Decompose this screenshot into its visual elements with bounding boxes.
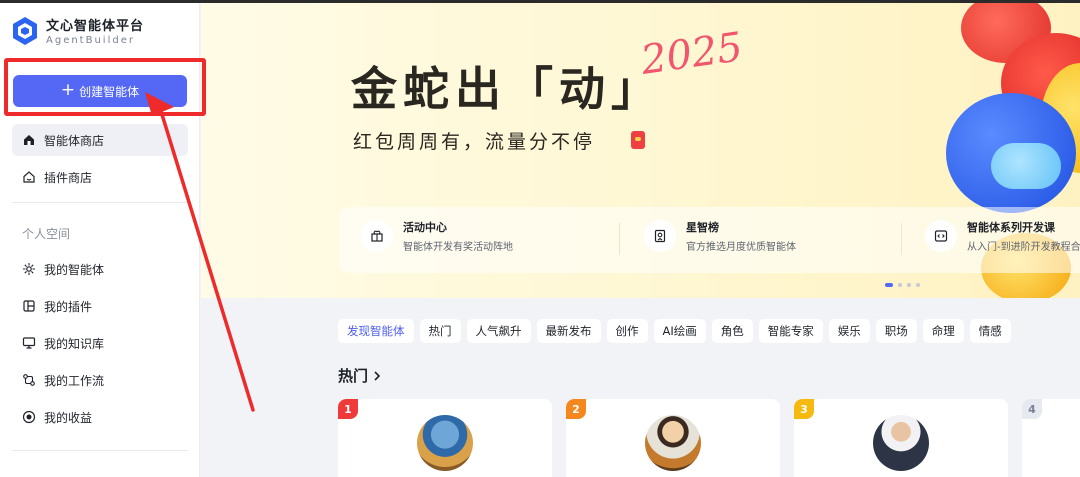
rank-badge: 2: [566, 399, 586, 419]
hot-section-label: 热门: [338, 367, 369, 385]
sidebar-item-label: 智能体商店: [44, 133, 105, 148]
logo-icon: [12, 16, 38, 46]
tab-expert[interactable]: 智能专家: [758, 319, 823, 343]
logo-subtitle: AgentBuilder: [46, 35, 135, 46]
sidebar-item-my-workflow[interactable]: 我的工作流: [12, 364, 188, 396]
avatar: [417, 415, 473, 471]
home-icon: [24, 135, 34, 145]
gift-icon: [371, 230, 383, 242]
store-icon: [23, 171, 35, 183]
sparkle-icon: [23, 263, 35, 275]
sidebar-item-plugin-store[interactable]: 插件商店: [12, 161, 188, 193]
tab-creation[interactable]: 创作: [606, 319, 648, 343]
avatar: [873, 415, 929, 471]
banner-title: 金蛇出「动」: [351, 62, 663, 116]
agent-card[interactable]: 2: [566, 399, 780, 477]
avatar: [645, 415, 701, 471]
carousel-dot[interactable]: [898, 283, 902, 287]
tab-workplace[interactable]: 职场: [875, 319, 917, 343]
promo-banner[interactable]: 金蛇出「动」 2025 红包周周有，流量分不停 活动中心 智能体开发有奖活动阵地…: [201, 3, 1080, 298]
create-agent-button[interactable]: + 创建智能体: [13, 75, 187, 107]
create-agent-label: 创建智能体: [79, 84, 140, 99]
sidebar-item-my-agents[interactable]: 我的智能体: [12, 253, 188, 285]
carousel-dot[interactable]: [885, 283, 893, 287]
carousel-dot[interactable]: [907, 283, 911, 287]
feature-title: 智能体系列开发课: [967, 221, 1055, 234]
badge-icon: [654, 229, 666, 243]
rank-badge: 4: [1022, 399, 1042, 419]
sidebar-item-my-plugins[interactable]: 我的插件: [12, 290, 188, 322]
sidebar-divider: [12, 450, 188, 451]
hot-section-title[interactable]: 热门: [338, 365, 382, 386]
plugin-icon: [23, 300, 35, 312]
workflow-icon: [23, 374, 35, 386]
agent-card[interactable]: 4: [1022, 399, 1080, 477]
rank-badge: 3: [794, 399, 814, 419]
red-packet-icon: [631, 131, 645, 149]
feature-activity-center[interactable]: 活动中心 智能体开发有奖活动阵地: [361, 219, 513, 253]
banner-year: 2025: [638, 24, 746, 84]
rank-badge: 1: [338, 399, 358, 419]
feature-title: 活动中心: [403, 221, 447, 234]
tab-role[interactable]: 角色: [711, 319, 753, 343]
feature-star-ranking[interactable]: 星智榜 官方推选月度优质智能体: [644, 219, 796, 253]
personal-space-label: 个人空间: [22, 227, 71, 241]
sidebar-item-label: 插件商店: [44, 170, 93, 185]
banner-subtitle: 红包周周有，流量分不停: [353, 131, 596, 153]
plus-icon: +: [60, 79, 76, 100]
logo[interactable]: 文心智能体平台 AgentBuilder: [12, 15, 144, 46]
main-content: 金蛇出「动」 2025 红包周周有，流量分不停 活动中心 智能体开发有奖活动阵地…: [201, 3, 1080, 477]
tab-trending[interactable]: 人气飙升: [466, 319, 531, 343]
sidebar-item-label: 我的知识库: [44, 336, 105, 351]
sidebar-item-label: 我的插件: [44, 299, 93, 314]
monitor-icon: [22, 337, 36, 349]
code-icon: [934, 230, 948, 242]
tab-entertainment[interactable]: 娱乐: [828, 319, 870, 343]
coin-icon: [22, 410, 36, 424]
feature-desc: 官方推选月度优质智能体: [686, 242, 796, 253]
carousel-indicator[interactable]: [885, 283, 920, 287]
tab-fortune[interactable]: 命理: [922, 319, 964, 343]
tab-ai-painting[interactable]: AI绘画: [653, 319, 706, 343]
tab-emotion[interactable]: 情感: [969, 319, 1011, 343]
feature-divider: [901, 223, 902, 255]
tab-hot[interactable]: 热门: [419, 319, 461, 343]
sidebar-item-label: 我的智能体: [44, 262, 105, 277]
feature-panel: 活动中心 智能体开发有奖活动阵地 星智榜 官方推选月度优质智能体 智能体系列开发…: [339, 207, 1080, 273]
agent-card[interactable]: 1: [338, 399, 552, 477]
agent-card[interactable]: 3: [794, 399, 1008, 477]
sidebar-item-my-earnings[interactable]: 我的收益: [12, 401, 188, 433]
carousel-dot[interactable]: [916, 283, 920, 287]
chat-bubble-icon: [991, 143, 1061, 189]
feature-desc: 从入门-到进阶开发教程合: [967, 242, 1080, 253]
sidebar-item-my-knowledge[interactable]: 我的知识库: [12, 327, 188, 359]
sidebar-item-label: 我的工作流: [44, 373, 105, 388]
feature-title: 星智榜: [686, 221, 719, 234]
logo-title: 文心智能体平台: [46, 19, 145, 34]
sidebar: 文心智能体平台 AgentBuilder + 创建智能体 智能体商店 插件商店 …: [0, 3, 200, 477]
sidebar-divider: [12, 202, 188, 203]
feature-divider: [619, 223, 620, 255]
sidebar-item-agent-store[interactable]: 智能体商店: [12, 124, 188, 156]
tab-discover[interactable]: 发现智能体: [338, 319, 414, 343]
category-tabs: 发现智能体 热门 人气飙升 最新发布 创作 AI绘画 角色 智能专家 娱乐 职场…: [338, 319, 1011, 343]
sidebar-item-label: 我的收益: [44, 410, 93, 425]
feature-dev-course[interactable]: 智能体系列开发课 从入门-到进阶开发教程合: [925, 219, 1080, 253]
feature-desc: 智能体开发有奖活动阵地: [403, 242, 513, 253]
chevron-right-icon: [374, 370, 381, 381]
tab-latest[interactable]: 最新发布: [536, 319, 601, 343]
